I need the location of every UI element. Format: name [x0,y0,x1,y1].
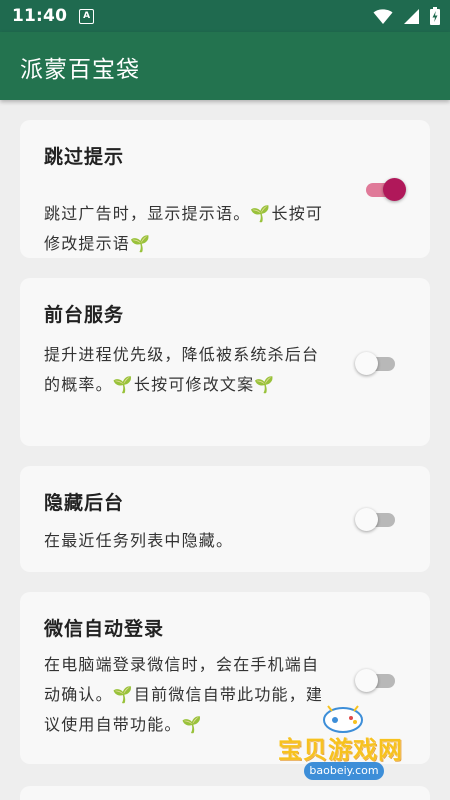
setting-title: 前台服务 [44,304,125,326]
skip-tip-toggle[interactable] [362,177,406,201]
wifi-icon [373,8,393,29]
setting-description: 跳过广告时，显示提示语。🌱长按可修改提示语🌱 [44,204,324,253]
notification-icon: A [79,8,95,24]
screen: 11:40 A 派蒙百宝袋 跳过提示 跳过广告时，显示提示语。🌱长按可修改提示语… [0,0,450,800]
setting-card-foreground-service[interactable]: 前台服务 提升进程优先级，降低被系统杀后台的概率。🌱长按可修改文案🌱 [20,278,430,446]
status-bar: 11:40 A [0,0,450,32]
settings-list: 跳过提示 跳过广告时，显示提示语。🌱长按可修改提示语🌱 前台服务 提升进程优先级… [0,100,450,800]
status-time: 11:40 [12,6,68,26]
battery-charging-icon [430,7,440,29]
setting-title: 微信自动登录 [44,618,165,640]
toggle-thumb [355,669,378,692]
wechat-auto-login-toggle[interactable] [355,668,399,692]
setting-title: 跳过提示 [44,146,125,168]
hide-background-toggle[interactable] [355,507,399,531]
setting-card-skip-tip[interactable]: 跳过提示 跳过广告时，显示提示语。🌱长按可修改提示语🌱 [20,120,430,258]
setting-description: 提升进程优先级，降低被系统杀后台的概率。🌱长按可修改文案🌱 [44,345,320,394]
signal-icon [403,8,420,29]
app-bar: 派蒙百宝袋 [0,32,450,100]
status-icons [373,7,440,29]
setting-card-hide-background[interactable]: 隐藏后台 在最近任务列表中隐藏。 [20,466,430,572]
app-title: 派蒙百宝袋 [20,57,140,83]
watermark-brand: 宝贝游戏网 [278,736,403,764]
foreground-service-toggle[interactable] [355,351,399,375]
watermark-domain: baobeiy.com [304,762,384,780]
toggle-thumb [383,178,406,201]
toggle-thumb [355,508,378,531]
setting-title: 隐藏后台 [44,492,125,514]
toggle-thumb [355,352,378,375]
watermark-logo: 宝贝游戏网 baobeiy.com [272,700,422,790]
gamepad-mascot-icon [323,705,363,733]
setting-description: 在最近任务列表中隐藏。 [44,531,234,550]
